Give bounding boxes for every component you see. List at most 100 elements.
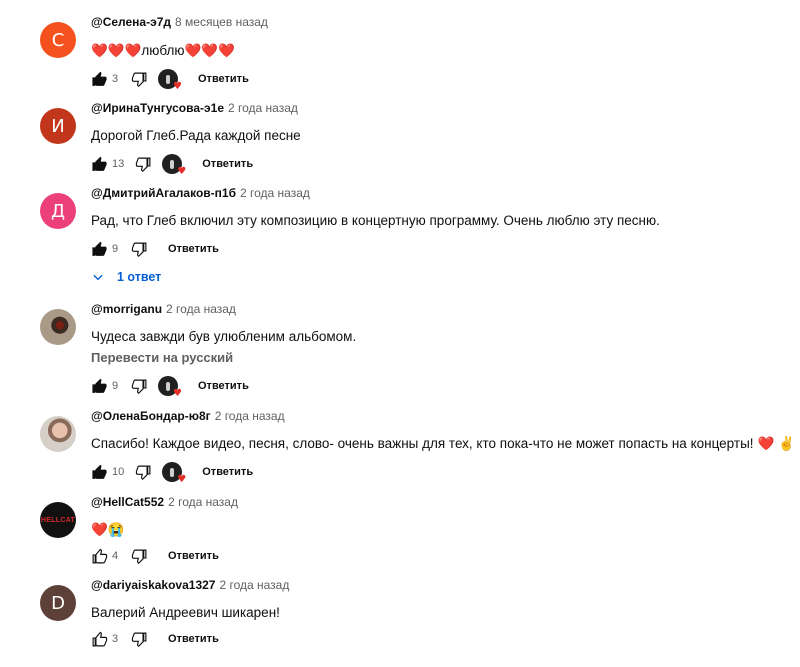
comment-time[interactable]: 2 года назад — [168, 495, 238, 509]
like-button[interactable] — [90, 155, 108, 173]
like-button[interactable] — [90, 547, 108, 565]
thumbs-up-icon — [91, 241, 107, 256]
avatar[interactable]: D — [40, 585, 76, 621]
comment-text: ❤️❤️❤️люблю❤️❤️❤️ — [91, 43, 235, 58]
comment-time[interactable]: 2 года назад — [219, 578, 289, 592]
dislike-button[interactable] — [134, 463, 152, 481]
comment-text: ❤️😭 — [91, 522, 125, 537]
like-count: 13 — [112, 158, 125, 170]
comment-text: Рад, что Глеб включил эту композицию в к… — [91, 213, 660, 228]
like-count: 3 — [112, 633, 119, 645]
heart-icon: ♥ — [177, 166, 187, 177]
thumbs-up-icon — [91, 71, 107, 86]
comment-author[interactable]: @ИринаТунгусова-э1е — [91, 101, 224, 115]
like-count: 3 — [112, 73, 119, 85]
like-count: 9 — [112, 243, 119, 255]
thumbs-down-icon — [131, 379, 146, 394]
comment-actions: 3 ♥ Ответить — [90, 69, 249, 92]
like-button[interactable] — [90, 463, 108, 481]
avatar[interactable] — [40, 309, 76, 345]
avatar[interactable] — [40, 416, 76, 452]
dislike-button[interactable] — [130, 547, 148, 565]
comment-actions: 3 Ответить — [90, 629, 219, 649]
avatar[interactable]: Д — [40, 193, 76, 229]
comment-text: Чудеса завжди був улюбленим альбомом. — [91, 329, 357, 344]
translate-link[interactable]: Перевести на русский — [91, 350, 233, 365]
heart-icon: ♥ — [173, 81, 182, 92]
creator-avatar-icon — [170, 467, 175, 477]
thumbs-up-icon — [92, 631, 107, 646]
comment-header: @morriganu 2 года назад — [91, 301, 236, 317]
thumbs-down-icon — [131, 549, 146, 564]
avatar[interactable]: И — [40, 108, 76, 144]
comment-author[interactable]: @morriganu — [91, 302, 162, 316]
creator-heart-badge: ♥ — [162, 154, 186, 177]
comment-actions: 10 ♥ Ответить — [90, 462, 253, 485]
reply-button[interactable]: Ответить — [198, 73, 249, 85]
comment-time[interactable]: 2 года назад — [166, 302, 236, 316]
comment-actions: 13 ♥ Ответить — [90, 154, 253, 177]
comment-author[interactable]: @ДмитрийАгалаков-п1б — [91, 186, 236, 200]
dislike-button[interactable] — [130, 240, 148, 258]
reply-button[interactable]: Ответить — [202, 466, 253, 478]
like-button[interactable] — [90, 70, 108, 88]
thumbs-down-icon — [131, 242, 146, 257]
dislike-button[interactable] — [134, 155, 152, 173]
comment-text: Валерий Андреевич шикарен! — [91, 605, 280, 620]
reply-button[interactable]: Ответить — [168, 633, 219, 645]
replies-count-label: 1 ответ — [117, 270, 162, 284]
avatar[interactable]: HELLCAT — [40, 502, 76, 538]
comment-author[interactable]: @Селена-э7д — [91, 15, 171, 29]
creator-avatar-icon — [166, 381, 170, 391]
creator-heart-badge: ♥ — [162, 462, 186, 485]
thumbs-up-icon — [91, 156, 107, 171]
like-button[interactable] — [90, 240, 108, 258]
comment-header: @ОленаБондар-ю8г 2 года назад — [91, 408, 285, 424]
reply-button[interactable]: Ответить — [202, 158, 253, 170]
comment-time[interactable]: 2 года назад — [215, 409, 285, 423]
reply-button[interactable]: Ответить — [168, 243, 219, 255]
thumbs-up-icon — [92, 548, 107, 563]
comment-text: Дорогой Глеб.Рада каждой песне — [91, 128, 301, 143]
comment-time[interactable]: 2 года назад — [240, 186, 310, 200]
chevron-down-icon — [91, 270, 105, 284]
comment-header: @HellCat552 2 года назад — [91, 494, 238, 510]
dislike-button[interactable] — [130, 630, 148, 648]
creator-heart-badge: ♥ — [158, 376, 182, 399]
reply-button[interactable]: Ответить — [198, 380, 249, 392]
comment-time[interactable]: 8 месяцев назад — [175, 15, 268, 29]
dislike-button[interactable] — [130, 70, 148, 88]
thumbs-down-icon — [131, 72, 146, 87]
comment-author[interactable]: @HellCat552 — [91, 495, 164, 509]
comment-actions: 4 Ответить — [90, 546, 219, 566]
comment-header: @ДмитрийАгалаков-п1б 2 года назад — [91, 185, 310, 201]
comment-actions: 9 Ответить — [90, 239, 219, 259]
comment-header: @Селена-э7д 8 месяцев назад — [91, 14, 268, 30]
creator-avatar-icon — [170, 159, 175, 169]
comment-actions: 9 ♥ Ответить — [90, 376, 249, 399]
comment-body: Спасибо! Каждое видео, песня, слово- оче… — [91, 436, 754, 451]
comment-header: @ИринаТунгусова-э1е 2 года назад — [91, 100, 298, 116]
thumbs-down-icon — [135, 465, 151, 480]
avatar[interactable]: С — [40, 22, 76, 58]
heart-icon: ♥ — [173, 388, 182, 399]
thumbs-up-icon — [91, 464, 107, 479]
thumbs-down-icon — [135, 157, 151, 172]
like-count: 9 — [112, 380, 119, 392]
creator-avatar-icon — [166, 74, 170, 84]
like-count: 10 — [112, 466, 125, 478]
comment-time[interactable]: 2 года назад — [228, 101, 298, 115]
view-replies-button[interactable]: 1 ответ — [91, 270, 161, 284]
like-count: 4 — [112, 550, 119, 562]
reply-button[interactable]: Ответить — [168, 550, 219, 562]
dislike-button[interactable] — [130, 377, 148, 395]
heart-icon: ♥ — [177, 474, 187, 485]
thumbs-down-icon — [131, 632, 146, 647]
comment-text: Спасибо! Каждое видео, песня, слово- оче… — [91, 435, 795, 453]
like-button[interactable] — [90, 630, 108, 648]
comment-author[interactable]: @dariyaiskakova1327 — [91, 578, 215, 592]
comment-header: @dariyaiskakova1327 2 года назад — [91, 577, 289, 593]
comment-emoji: ❤️ ✌️ — [757, 436, 795, 451]
like-button[interactable] — [90, 377, 108, 395]
comment-author[interactable]: @ОленаБондар-ю8г — [91, 409, 211, 423]
